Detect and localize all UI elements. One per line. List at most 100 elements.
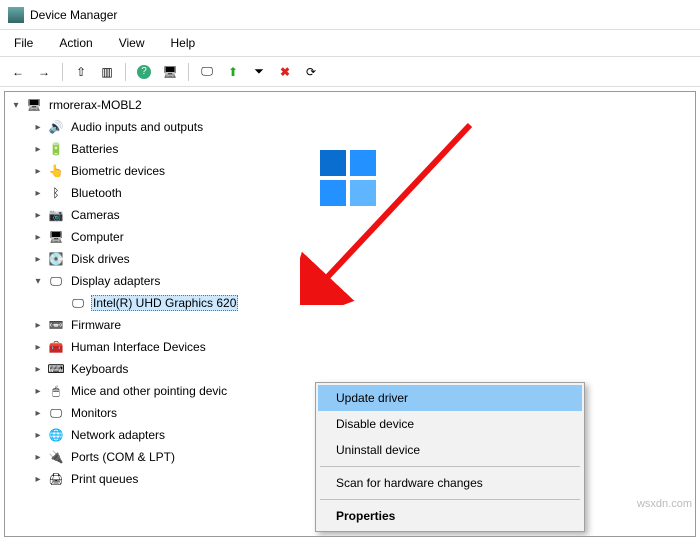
menu-action[interactable]: Action — [55, 34, 96, 52]
up-button[interactable]: ⇧ — [69, 61, 93, 83]
expander-icon[interactable]: ▸ — [31, 406, 45, 420]
uninstall-button[interactable]: ✖ — [273, 61, 297, 83]
tree-item-label: Batteries — [69, 141, 120, 157]
tree-category[interactable]: ▸💽Disk drives — [5, 248, 695, 270]
expander-icon[interactable]: ▸ — [31, 142, 45, 156]
expander-icon[interactable]: ▸ — [31, 362, 45, 376]
expander-icon[interactable]: ▾ — [31, 274, 45, 288]
expander-icon[interactable]: ▸ — [31, 208, 45, 222]
help-button[interactable]: ? — [132, 61, 156, 83]
separator — [62, 63, 63, 81]
tree-category[interactable]: ▾🖵Display adapters — [5, 270, 695, 292]
tree-device[interactable]: ▸🖵Intel(R) UHD Graphics 620 — [5, 292, 695, 314]
up-icon: ⇧ — [76, 65, 86, 79]
tree-item-label: Audio inputs and outputs — [69, 119, 205, 135]
expander-icon[interactable]: ▸ — [31, 428, 45, 442]
expander-icon[interactable]: ▸ — [31, 230, 45, 244]
category-icon: 📷 — [47, 207, 65, 223]
tree-item-label: Computer — [69, 229, 126, 245]
tree-item-label: Ports (COM & LPT) — [69, 449, 177, 465]
tree-item-label: Monitors — [69, 405, 119, 421]
tree-item-label: Keyboards — [69, 361, 130, 377]
tree-item-label: Cameras — [69, 207, 122, 223]
category-icon: ᛒ — [47, 185, 65, 201]
scan-icon: 🖥 — [162, 65, 177, 79]
tree-category[interactable]: ▸📼Firmware — [5, 314, 695, 336]
category-icon: 🖱 — [47, 383, 65, 399]
refresh-icon: ⟳ — [306, 65, 316, 79]
disable-button[interactable]: ⏷ — [247, 61, 271, 83]
context-menu-item[interactable]: Uninstall device — [318, 437, 582, 463]
category-icon: 📼 — [47, 317, 65, 333]
forward-button[interactable]: → — [32, 61, 56, 83]
expander-icon[interactable]: ▸ — [31, 164, 45, 178]
context-menu-separator — [320, 466, 580, 467]
refresh-button[interactable]: ⟳ — [299, 61, 323, 83]
context-menu-item[interactable]: Properties — [318, 503, 582, 529]
device-icon: 🖵 — [69, 295, 87, 311]
expander-icon[interactable]: ▸ — [31, 186, 45, 200]
forward-icon: → — [38, 65, 50, 79]
logo-overlay — [320, 150, 380, 210]
menubar: File Action View Help — [0, 30, 700, 57]
back-button[interactable]: ← — [6, 61, 30, 83]
category-icon: 🌐 — [47, 427, 65, 443]
tree-root-node[interactable]: ▾🖥rmorerax-MOBL2 — [5, 94, 695, 116]
category-icon: 🖥 — [25, 97, 43, 113]
disable-icon: ⏷ — [254, 64, 264, 79]
expander-icon[interactable]: ▸ — [31, 384, 45, 398]
tree-item-label: Biometric devices — [69, 163, 167, 179]
tree-item-label: Display adapters — [69, 273, 162, 289]
tree-item-label: Network adapters — [69, 427, 167, 443]
menu-view[interactable]: View — [115, 34, 149, 52]
category-icon: 🧰 — [47, 339, 65, 355]
tree-item-label: Human Interface Devices — [69, 339, 208, 355]
expander-icon[interactable]: ▾ — [9, 98, 23, 112]
app-icon — [8, 7, 24, 23]
category-icon: 💽 — [47, 251, 65, 267]
monitor-icon: 🖵 — [201, 64, 213, 79]
expander-icon[interactable]: ▸ — [31, 120, 45, 134]
tree-item-label: Firmware — [69, 317, 123, 333]
context-menu-item[interactable]: Disable device — [318, 411, 582, 437]
tree-item-label: Intel(R) UHD Graphics 620 — [91, 295, 238, 311]
show-hidden-button[interactable]: 🖵 — [195, 61, 219, 83]
expander-icon[interactable]: ▸ — [31, 472, 45, 486]
menu-help[interactable]: Help — [167, 34, 200, 52]
context-menu-separator — [320, 499, 580, 500]
update-button[interactable]: ⬆ — [221, 61, 245, 83]
context-menu-item[interactable]: Update driver — [318, 385, 582, 411]
context-menu: Update driverDisable deviceUninstall dev… — [315, 382, 585, 532]
scan-button[interactable]: 🖥 — [158, 61, 182, 83]
context-menu-item[interactable]: Scan for hardware changes — [318, 470, 582, 496]
tree-item-label: rmorerax-MOBL2 — [47, 97, 144, 113]
update-icon: ⬆ — [228, 65, 238, 79]
category-icon: 🔊 — [47, 119, 65, 135]
tree-category[interactable]: ▸🔊Audio inputs and outputs — [5, 116, 695, 138]
category-icon: 🖥 — [47, 229, 65, 245]
expander-icon[interactable]: ▸ — [31, 450, 45, 464]
properties-icon: ▥ — [101, 65, 112, 79]
back-icon: ← — [12, 65, 24, 79]
category-icon: 🖨 — [47, 471, 65, 487]
expander-icon[interactable]: ▸ — [31, 252, 45, 266]
category-icon: 🖵 — [47, 405, 65, 421]
tree-item-label: Bluetooth — [69, 185, 124, 201]
uninstall-icon: ✖ — [280, 65, 290, 79]
category-icon: 🔋 — [47, 141, 65, 157]
tree-category[interactable]: ▸⌨Keyboards — [5, 358, 695, 380]
properties-button[interactable]: ▥ — [95, 61, 119, 83]
category-icon: 👆 — [47, 163, 65, 179]
window-title: Device Manager — [30, 8, 117, 22]
expander-icon[interactable]: ▸ — [31, 340, 45, 354]
menu-file[interactable]: File — [10, 34, 37, 52]
toolbar: ← → ⇧ ▥ ? 🖥 🖵 ⬆ ⏷ ✖ ⟳ — [0, 57, 700, 87]
separator — [188, 63, 189, 81]
expander-icon[interactable]: ▸ — [31, 318, 45, 332]
tree-category[interactable]: ▸🧰Human Interface Devices — [5, 336, 695, 358]
tree-item-label: Print queues — [69, 471, 140, 487]
help-icon: ? — [137, 65, 151, 79]
watermark: wsxdn.com — [637, 498, 692, 510]
tree-category[interactable]: ▸🖥Computer — [5, 226, 695, 248]
tree-item-label: Disk drives — [69, 251, 132, 267]
